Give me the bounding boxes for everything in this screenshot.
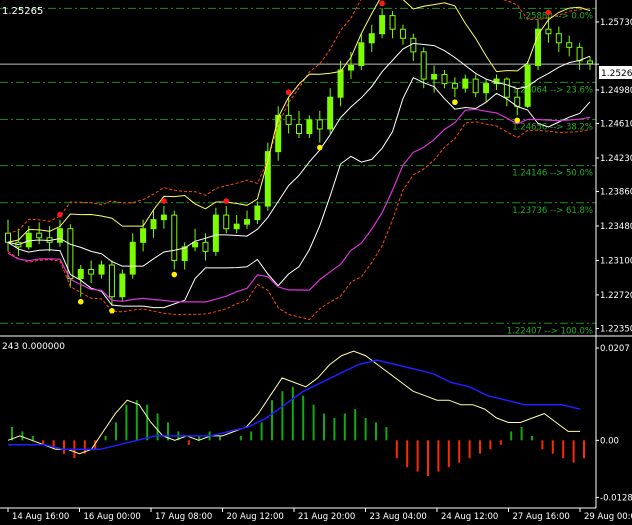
- time-tick-label: 20 Aug 12:00: [227, 512, 284, 521]
- fractal-low-dot: [316, 144, 323, 151]
- candle: [171, 210, 178, 270]
- candle: [524, 60, 531, 109]
- fractal-high-dot: [161, 198, 167, 204]
- candle-body: [389, 15, 396, 30]
- candle-body: [316, 119, 323, 130]
- time-tick-label: 21 Aug 20:00: [298, 512, 355, 521]
- candle: [212, 207, 219, 256]
- current-price-badge: 1.25265: [599, 66, 632, 79]
- osc-tick-label: -0.0128: [600, 493, 632, 503]
- price-tick-label: 1.23100: [600, 256, 632, 266]
- price-tick-label: 1.24980: [600, 86, 632, 96]
- candle-body: [462, 78, 469, 89]
- candle-body: [472, 78, 479, 94]
- fractal-high-dot: [57, 211, 63, 218]
- time-tick-label: 23 Aug 04:00: [370, 512, 427, 521]
- candle-body: [88, 269, 95, 275]
- candle-body: [483, 83, 490, 94]
- candle-body: [171, 214, 178, 261]
- candle-body: [223, 214, 230, 230]
- candle-body: [347, 64, 354, 71]
- time-tick-label: 24 Aug 12:00: [441, 512, 498, 521]
- price-tick-label: 1.23860: [600, 188, 632, 198]
- candle-body: [399, 28, 406, 39]
- fractal-high-dot: [223, 198, 230, 204]
- candle-body: [555, 33, 562, 44]
- candle-body: [587, 60, 593, 65]
- fractal-high-dot: [545, 9, 552, 16]
- candle-body: [566, 42, 573, 48]
- trading-chart[interactable]: 1.25880 --> 0.0% 1.25064 --> 23.6% 1.24656…: [0, 0, 632, 522]
- candle-body: [36, 232, 43, 239]
- candle-body: [327, 96, 334, 130]
- price-tick-label: 1.22350: [600, 324, 632, 334]
- candle-body: [337, 69, 344, 98]
- candle-body: [98, 264, 105, 275]
- fib-level-label: 1.22407 --> 100.0%: [507, 326, 593, 336]
- candle-body: [108, 264, 115, 298]
- price-tick-label: 1.22720: [600, 291, 632, 301]
- candle-body: [202, 241, 209, 252]
- candle-body: [233, 223, 240, 230]
- chart-canvas[interactable]: 1.25880 --> 0.0%1.25064 --> 23.6%1.24656…: [0, 0, 632, 522]
- price-tick-label: 1.24610: [600, 120, 632, 130]
- candle-body: [25, 232, 32, 248]
- candle-body: [5, 232, 11, 243]
- candle-body: [545, 28, 552, 35]
- time-tick-label: 16 Aug 00:00: [84, 512, 141, 521]
- candle-body: [160, 214, 167, 221]
- candle-body: [420, 51, 427, 80]
- candle-body: [275, 114, 282, 153]
- fractal-low-dot: [109, 307, 115, 314]
- oscillator-label: 243 0.000000: [2, 342, 65, 352]
- fib-level-label: 1.24146 --> 50.0%: [512, 169, 593, 179]
- candle-body: [192, 241, 199, 248]
- candle-body: [129, 241, 136, 275]
- fractal-low-dot: [171, 271, 178, 278]
- candle-body: [150, 219, 157, 230]
- candle-body: [77, 269, 84, 280]
- fractal-low-dot: [514, 117, 521, 124]
- time-tick-label: 27 Aug 16:00: [513, 512, 570, 521]
- candle-body: [368, 33, 375, 44]
- fractal-low-dot: [77, 298, 84, 305]
- fib-level-label: 1.23736 --> 61.8%: [512, 206, 593, 216]
- candle-body: [244, 219, 251, 225]
- fractal-high-dot: [285, 89, 292, 96]
- candle-body: [212, 214, 219, 252]
- candle-body: [285, 114, 292, 125]
- candle-body: [56, 228, 63, 243]
- symbol-price-label: 1.25265: [2, 6, 43, 17]
- price-tick-label: 1.24230: [600, 154, 632, 164]
- candle-body: [306, 119, 313, 134]
- candle-body: [503, 78, 510, 98]
- candle-body: [431, 74, 438, 80]
- osc-tick-label: 0.0207: [600, 344, 630, 354]
- time-tick-label: 29 Aug 00:00: [584, 512, 632, 521]
- price-tick-label: 1.25730: [600, 18, 632, 28]
- candle-body: [451, 83, 458, 89]
- fractal-high-dot: [379, 0, 385, 7]
- price-tick-label: 1.23480: [600, 222, 632, 232]
- candle-body: [358, 42, 365, 66]
- candle-body: [576, 46, 583, 62]
- current-price-badge-text: 1.25265: [601, 69, 632, 79]
- time-tick-label: 17 Aug 08:00: [155, 512, 212, 521]
- candle: [119, 269, 126, 302]
- candle-body: [254, 205, 261, 221]
- candle-body: [379, 15, 386, 35]
- osc-tick-label: 0.00: [600, 436, 619, 446]
- fractal-low-dot: [452, 99, 458, 106]
- candle-body: [410, 37, 417, 53]
- time-tick-label: 14 Aug 16:00: [12, 512, 69, 521]
- candle-body: [140, 228, 147, 243]
- candle-body: [441, 74, 448, 85]
- candle-body: [119, 273, 126, 298]
- candle-body: [296, 123, 302, 134]
